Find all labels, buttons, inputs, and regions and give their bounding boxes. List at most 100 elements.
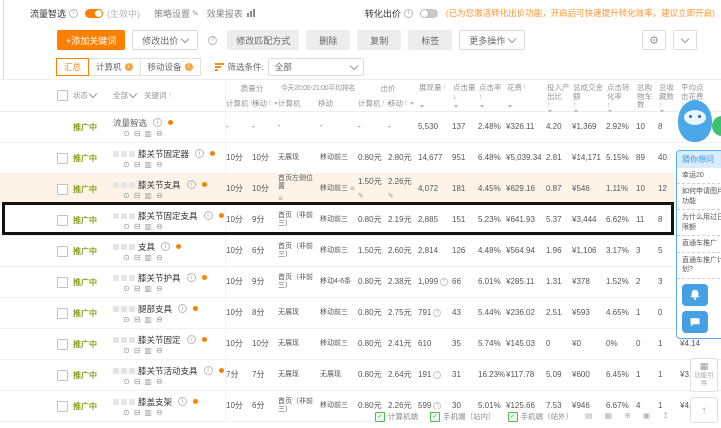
table-row[interactable]: 推广中 腿部支具 i ⊙ ⊟ ▥ ⊖ 10分 8分 无展现 移动前三 0.80元… [0, 298, 721, 329]
tab-mobile[interactable]: 移动设备 i [139, 58, 201, 76]
keyword-info-icon[interactable]: i [178, 397, 188, 406]
header-metric-clicks[interactable]: 点击量 ↓ [452, 80, 478, 111]
table-row[interactable]: 推广中 膝关节固定支具 i ⊙ ⊟ ▥ ⊖ 10分 9分 首页（非前三） 移动前… [0, 205, 721, 236]
keyword-info-icon[interactable]: i [153, 118, 163, 127]
table-row[interactable]: 推广中 膝关节固定器 i ⊙ ⊟ ▥ ⊖ 10分 10分 无展现 移动前三 0.… [0, 143, 721, 174]
clock-icon[interactable]: ⊙ [123, 408, 130, 417]
footer-chart-icon[interactable]: ▦ [605, 411, 613, 420]
bid-computer-cell[interactable]: - [358, 112, 388, 142]
rank-menu-icon[interactable]: ≡ [350, 184, 355, 193]
bid-computer-cell[interactable]: 1.50元 ✎ [358, 174, 388, 204]
report-icon[interactable]: ▥ [144, 408, 152, 417]
keyword-info-icon[interactable]: i [186, 180, 196, 189]
keyword-info-icon[interactable]: i [203, 366, 213, 375]
table-row[interactable]: 推广中 膝关节活动支具 i ⊙ ⊟ ▥ ⊖ 7分 7分 无展现 无展现 0.80… [0, 360, 721, 391]
clock-icon[interactable]: ⊙ [123, 315, 130, 324]
pause-icon[interactable]: ⊖ [156, 315, 163, 324]
bid-mobile-cell[interactable]: 2.26元 ✎ [388, 174, 418, 204]
chat-button[interactable] [682, 310, 708, 333]
tab-summary[interactable]: 汇总 [56, 58, 90, 76]
clock-icon[interactable]: ⊙ [123, 346, 130, 355]
keyword-info-icon[interactable]: i [186, 335, 196, 344]
row-checkbox[interactable] [57, 276, 68, 288]
bid-computer-cell[interactable]: 0.80元 [358, 205, 388, 235]
keyword-info-icon[interactable]: i [195, 149, 205, 158]
report-icon[interactable]: ▥ [144, 191, 152, 200]
filter-funnel-icon[interactable] [420, 105, 424, 108]
strategy-settings-link[interactable]: 策略设置 ✎ [154, 7, 199, 20]
bid-mobile-cell[interactable]: 2.38元 [388, 267, 418, 297]
header-keyword-sort[interactable]: 关键词 ↑ [144, 90, 172, 101]
bid-mobile-cell[interactable]: 2.75元 [388, 298, 418, 328]
delete-icon[interactable]: ⊟ [134, 346, 141, 355]
table-row[interactable]: 推广中 支具 i ⊙ ⊟ ▥ ⊖ 10分 6分 首页（非前三） 移动前三 1.5… [0, 236, 721, 267]
delete-button[interactable]: 删除 [306, 30, 351, 50]
delete-icon[interactable]: ⊟ [134, 129, 141, 138]
row-checkbox[interactable] [57, 307, 68, 319]
pause-icon[interactable]: ⊖ [156, 253, 163, 262]
help-question[interactable]: 如何申请图片功能 [677, 184, 721, 211]
bid-mobile-cell[interactable]: - [388, 112, 418, 142]
bid-mobile-cell[interactable]: 2.19元 [388, 205, 418, 235]
header-metric-roi[interactable]: 投入产出比 ↑ [546, 80, 572, 114]
bid-computer-cell[interactable]: 0.80元 [358, 267, 388, 297]
pause-icon[interactable]: ⊖ [156, 222, 163, 231]
bid-mobile-cell[interactable]: 2.80元 [388, 143, 418, 173]
table-row[interactable]: 推广中 膝关节支具 i ⊙ ⊟ ▥ ⊖ 10分 10分 首页左侧位置 ≡ 移动前三… [0, 174, 721, 205]
delete-icon[interactable]: ⊟ [134, 377, 141, 386]
bid-computer-cell[interactable]: 0.80元 [358, 298, 388, 328]
tag-button[interactable]: 标签 [408, 30, 453, 50]
delete-icon[interactable]: ⊟ [134, 284, 141, 293]
keyword-info-icon[interactable]: i [186, 273, 196, 282]
collapse-button[interactable] [673, 30, 697, 50]
clock-icon[interactable]: ⊙ [123, 253, 130, 262]
row-checkbox[interactable] [57, 400, 68, 412]
help-question[interactable]: 为什么用过日限额 [677, 210, 721, 237]
impression-info-icon[interactable]: ! [433, 371, 442, 379]
header-bid-computer[interactable]: 计算机 ↑ [358, 98, 391, 109]
tab-computer[interactable]: 计算机 i [88, 58, 141, 76]
clock-icon[interactable]: ⊙ [123, 284, 130, 293]
table-row[interactable]: 推广中 流量智选 i ⊙ ⊟ ▥ ⊖ - - - - - - 5,530 137… [0, 112, 721, 143]
edit-pencil-icon[interactable]: ✎ [358, 193, 364, 201]
copy-button[interactable]: 复制 [357, 30, 402, 50]
delete-icon[interactable]: ⊟ [134, 408, 141, 417]
delete-icon[interactable]: ⊟ [134, 191, 141, 200]
delete-icon[interactable]: ⊟ [134, 222, 141, 231]
header-metric-ctr[interactable]: 点击率 ↑ [478, 80, 506, 111]
bid-computer-cell[interactable]: 0.80元 [358, 360, 388, 390]
header-quality-mobile[interactable]: 移动 ↑ [252, 98, 278, 109]
feature-guide-button[interactable]: ▦ 功能引导 [690, 358, 718, 393]
footer-plus-icon[interactable]: ⊕ [624, 411, 631, 420]
clock-icon[interactable]: ⊙ [123, 377, 130, 386]
header-metric-gmv[interactable]: 总成交金额 ↑ [572, 80, 606, 114]
report-icon[interactable]: ▥ [144, 346, 152, 355]
info-icon[interactable]: ? [208, 35, 218, 45]
filter-funnel-icon[interactable] [454, 105, 458, 108]
header-metric-cart[interactable]: 总购物车数↑ [636, 80, 658, 122]
impression-info-icon[interactable]: ! [440, 278, 449, 286]
report-icon[interactable]: ▥ [144, 253, 152, 262]
filter-funnel-icon[interactable] [409, 102, 414, 105]
more-actions-dropdown[interactable]: 更多操作 [459, 30, 526, 50]
cvr-bid-toggle[interactable] [419, 8, 438, 18]
info-icon[interactable]: i [403, 8, 413, 18]
modify-bid-dropdown[interactable]: 修改出价 [132, 30, 199, 50]
impression-info-icon[interactable]: ! [433, 309, 442, 317]
header-all-filter[interactable]: 全部 [113, 89, 138, 101]
pause-icon[interactable]: ⊖ [156, 129, 163, 138]
keyword-info-icon[interactable]: i [178, 304, 188, 313]
header-metric-spend[interactable]: 花费 ↑ [506, 80, 546, 111]
info-icon[interactable]: i [69, 8, 79, 18]
header-metric-cvr[interactable]: 点击转化率 ↑ [606, 80, 636, 114]
pause-icon[interactable]: ⊖ [156, 191, 163, 200]
report-icon[interactable]: ▥ [144, 315, 152, 324]
delete-icon[interactable]: ⊟ [134, 160, 141, 169]
header-bid-mobile[interactable]: 移动 ↑ [388, 98, 418, 109]
row-checkbox[interactable] [57, 245, 68, 257]
clock-icon[interactable]: ⊙ [123, 129, 130, 138]
clock-icon[interactable]: ⊙ [123, 191, 130, 200]
filter-funnel-icon[interactable] [480, 105, 484, 108]
pause-icon[interactable]: ⊖ [156, 284, 163, 293]
header-metric-favorites[interactable]: 总收藏数 ↑ [658, 80, 680, 114]
